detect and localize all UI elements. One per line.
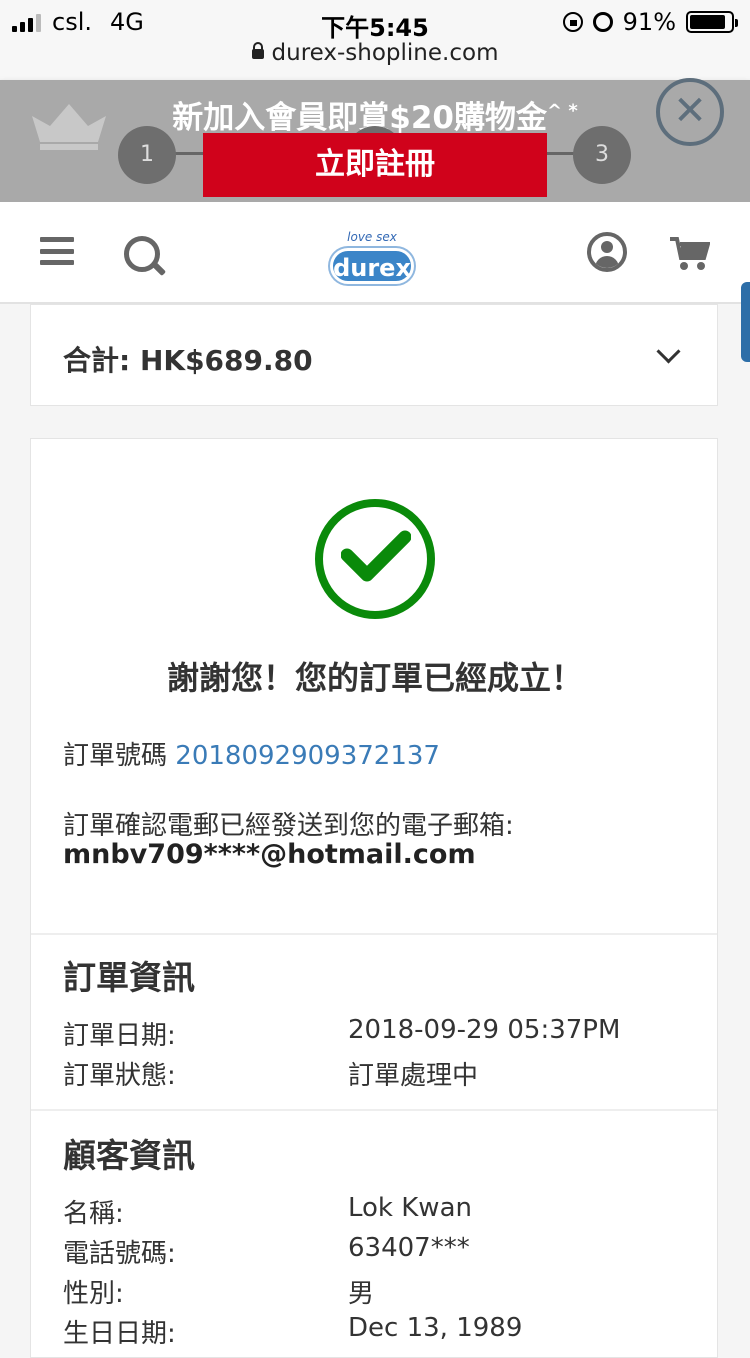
side-feedback-tab[interactable] — [741, 282, 750, 362]
logo-tagline: love sex — [347, 230, 397, 244]
section-divider — [31, 933, 717, 935]
customer-gender-label: 性別: — [63, 1279, 124, 1309]
order-number-label: 訂單號碼 — [63, 741, 168, 771]
customer-birthday-label: 生日日期: — [63, 1319, 176, 1349]
customer-email: mnbv709****@hotmail.com — [63, 839, 476, 870]
promo-banner: 新加入會員即賞$20購物金^ * 1 2 3 立即註冊 ✕ — [0, 78, 750, 202]
order-total-bar[interactable]: 合計: HK$689.80 — [30, 304, 718, 406]
account-icon[interactable] — [587, 232, 627, 272]
order-number-row: 訂單號碼 2018092909372137 — [63, 735, 440, 772]
customer-phone-label: 電話號碼: — [63, 1239, 176, 1269]
order-status-value: 訂單處理中 — [348, 1061, 479, 1091]
logo-wordmark: durex — [330, 248, 414, 284]
order-status-label: 訂單狀態: — [63, 1061, 176, 1091]
chevron-down-icon[interactable] — [656, 339, 681, 364]
durex-logo[interactable]: love sex durex — [322, 218, 422, 288]
order-date-label: 訂單日期: — [63, 1021, 176, 1051]
padlock-icon — [251, 42, 264, 59]
menu-icon[interactable] — [40, 237, 74, 265]
order-date-value: 2018-09-29 05:37PM — [348, 1015, 621, 1045]
thank-you-heading: 謝謝您！您的訂單已經成立！ — [166, 659, 583, 697]
close-icon[interactable]: ✕ — [656, 78, 724, 146]
email-sent-note: 訂單確認電郵已經發送到您的電子郵箱: — [63, 811, 514, 841]
customer-birthday-value: Dec 13, 1989 — [348, 1313, 523, 1343]
battery-icon — [686, 11, 738, 33]
customer-gender-value: 男 — [348, 1279, 375, 1309]
battery-percent: 91% — [622, 8, 676, 36]
customer-info-title: 顧客資訊 — [63, 1136, 195, 1175]
step-1: 1 — [118, 126, 176, 184]
success-check-icon — [315, 499, 435, 619]
customer-phone-value: 63407*** — [348, 1233, 470, 1263]
customer-name-value: Lok Kwan — [348, 1193, 472, 1223]
register-button[interactable]: 立即註冊 — [203, 133, 547, 197]
status-bar: csl. 4G 下午5:45 91% durex-shopline.com — [0, 0, 750, 80]
order-info-title: 訂單資訊 — [63, 958, 195, 997]
customer-name-label: 名稱: — [63, 1199, 124, 1229]
total-label: 合計: HK$689.80 — [63, 344, 313, 377]
search-icon[interactable] — [124, 236, 160, 272]
url-text: durex-shopline.com — [271, 40, 499, 66]
order-number-link[interactable]: 2018092909372137 — [175, 741, 440, 771]
address-bar[interactable]: durex-shopline.com — [0, 40, 750, 66]
step-3: 3 — [573, 126, 631, 184]
site-header: love sex durex — [0, 202, 750, 304]
confirmation-card: 謝謝您！您的訂單已經成立！ 訂單號碼 2018092909372137 訂單確認… — [30, 438, 718, 1358]
cart-icon[interactable] — [670, 236, 710, 272]
rotation-lock-icon — [562, 12, 583, 32]
section-divider — [31, 1109, 717, 1111]
alarm-icon — [592, 12, 613, 32]
